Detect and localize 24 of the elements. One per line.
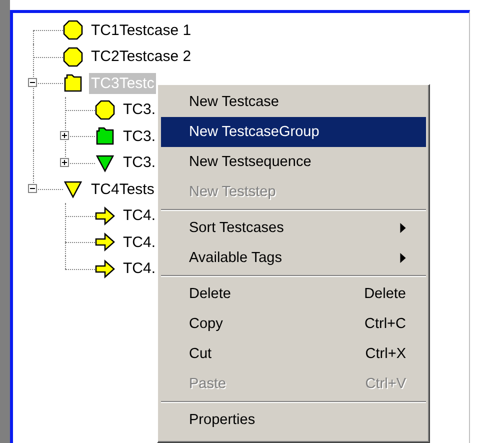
tree-item[interactable]: TC4. — [121, 232, 158, 253]
menu-item[interactable]: New TestcaseGroup — [161, 117, 426, 147]
menu-item[interactable]: New Testcase — [161, 87, 426, 117]
tree-item[interactable]: TC3. — [121, 99, 158, 120]
menu-item[interactable]: Delete Delete — [161, 279, 426, 309]
collapse-button[interactable] — [28, 78, 37, 88]
tree-item[interactable]: TC3. — [121, 126, 158, 147]
tree-item[interactable]: TC3. — [121, 152, 158, 174]
expand-button[interactable] — [60, 131, 69, 140]
menu-item[interactable]: New Testsequence — [161, 147, 426, 177]
menu-item[interactable]: Properties — [161, 405, 426, 435]
tree-item[interactable]: TC1Testcase 1 — [89, 20, 194, 41]
menu-item[interactable]: Cut Ctrl+X — [161, 339, 426, 369]
menu-item[interactable]: Available Tags — [161, 243, 426, 273]
collapse-button[interactable] — [28, 184, 37, 194]
expand-button[interactable] — [60, 158, 69, 167]
menu-item[interactable]: Copy Ctrl+C — [161, 309, 426, 339]
tree-item[interactable]: TC4Tests — [89, 178, 156, 200]
tree-item[interactable]: TC2Testcase 2 — [89, 46, 194, 68]
submenu-arrow-icon — [400, 253, 406, 263]
tree-item[interactable]: TC4. — [121, 258, 158, 280]
tree-item[interactable]: TC4. — [121, 205, 158, 226]
submenu-arrow-icon — [400, 223, 406, 233]
menu-item[interactable]: Sort Testcases — [161, 213, 426, 243]
